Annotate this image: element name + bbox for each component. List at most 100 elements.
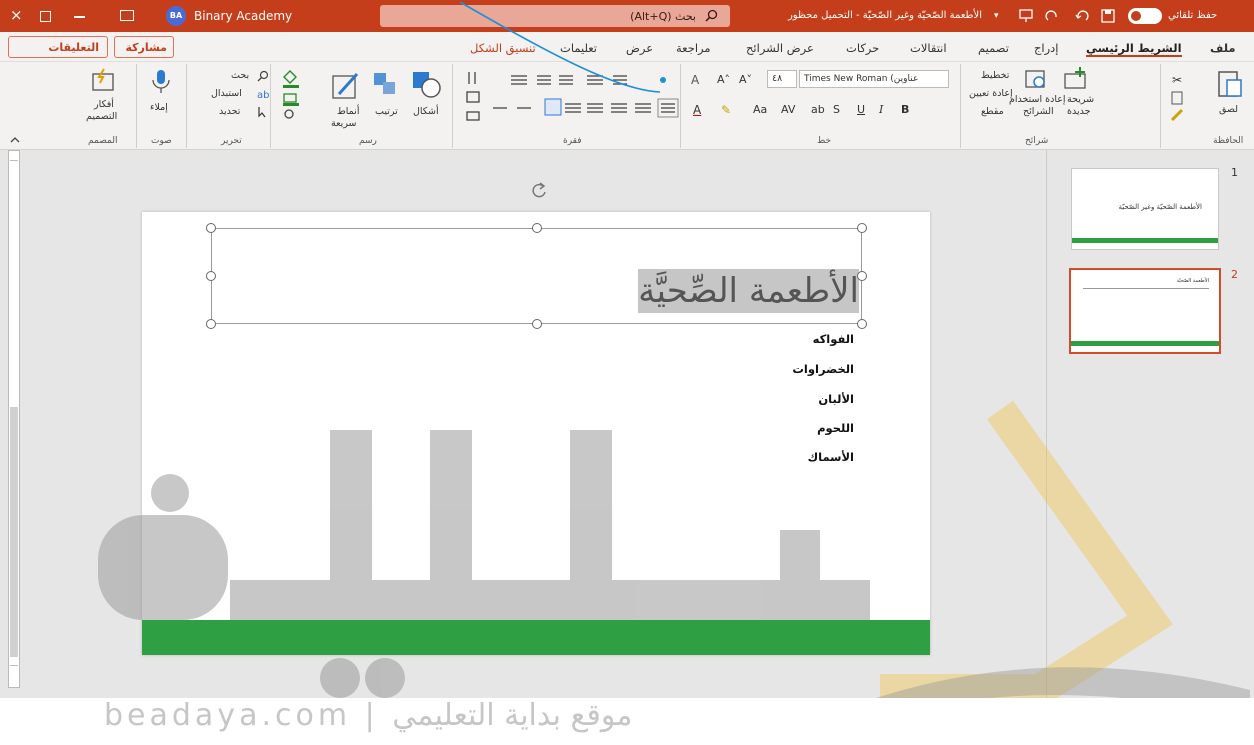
group-clipboard: ✂ لصق الحافظة: [1160, 64, 1254, 148]
ribbon-display-icon[interactable]: [120, 10, 134, 21]
tab-file[interactable]: ملف: [1210, 39, 1236, 57]
select-label[interactable]: تحديد: [219, 106, 240, 118]
slide-canvas[interactable]: الأطعمة الصِّحيَّة الفواكه الخضراوات الأ…: [142, 182, 930, 655]
font-name-field[interactable]: Times New Roman (عناوين: [799, 70, 949, 88]
char-spacing-icon[interactable]: AV: [781, 104, 795, 116]
scroll-up-icon[interactable]: [10, 151, 18, 161]
tab-slideshow[interactable]: عرض الشرائح: [746, 39, 814, 57]
designer-icon[interactable]: [90, 68, 116, 94]
new-slide-label-2: جديدة: [1067, 106, 1091, 117]
resize-handle[interactable]: [532, 223, 542, 233]
font-grow-icon[interactable]: A˄: [717, 74, 730, 86]
replace-label[interactable]: استبدال: [211, 88, 242, 100]
microphone-icon[interactable]: [150, 68, 172, 96]
resize-handle[interactable]: [206, 223, 216, 233]
svg-text:ab: ab: [257, 90, 269, 100]
font-size-field[interactable]: ٤٨: [767, 70, 797, 88]
group-designer: أفكار التصميم المصمم: [72, 64, 136, 148]
save-icon[interactable]: [1100, 8, 1116, 26]
search-box[interactable]: بحث (Alt+Q): [380, 5, 730, 27]
strike-icon[interactable]: S: [833, 104, 840, 116]
resize-handle[interactable]: [857, 223, 867, 233]
title-bar: × BA Binary Academy بحث (Alt+Q) الأطعمة …: [0, 0, 1254, 32]
scroll-down-icon[interactable]: [10, 665, 18, 675]
section-button[interactable]: مقطع: [981, 106, 1004, 118]
replace-icon[interactable]: ab: [257, 88, 269, 100]
bullet-item[interactable]: الأسماك: [808, 450, 854, 464]
restore-icon[interactable]: [40, 11, 51, 22]
change-case-icon[interactable]: Aa: [753, 104, 767, 116]
avatar[interactable]: BA: [166, 6, 186, 26]
group-label-paragraph: فقرة: [563, 136, 582, 146]
designer-label-1: أفكار: [94, 99, 114, 110]
text-shadow-icon[interactable]: ab: [811, 104, 825, 116]
slide-thumbnail-2[interactable]: الأطعمة الصّحيّة: [1069, 268, 1221, 354]
resize-handle[interactable]: [206, 271, 216, 281]
qat-more-icon[interactable]: ▾: [994, 7, 999, 25]
select-icon[interactable]: [257, 106, 269, 118]
group-label-designer: المصمم: [88, 136, 118, 146]
highlight-icon[interactable]: ✎: [721, 104, 731, 116]
arrange-icon[interactable]: [371, 70, 399, 100]
font-color-icon[interactable]: A: [693, 104, 701, 116]
thumbnail-number: 2: [1231, 268, 1238, 281]
shapes-icon[interactable]: [411, 68, 443, 100]
tab-shape-format[interactable]: تنسيق الشكل: [470, 39, 536, 57]
svg-text:A: A: [691, 73, 700, 86]
undo-icon[interactable]: [1074, 8, 1090, 26]
tab-design[interactable]: تصميم: [978, 39, 1009, 57]
quick-styles-label-1: أنماط: [337, 106, 360, 117]
tab-view[interactable]: عرض: [626, 39, 653, 57]
comments-button[interactable]: التعليقات: [8, 36, 108, 58]
quick-styles-icon[interactable]: [331, 70, 363, 100]
present-icon[interactable]: [1018, 8, 1034, 26]
slide-title[interactable]: الأطعمة الصِّحيَّة: [638, 269, 859, 313]
redo-icon[interactable]: [1044, 8, 1060, 26]
thumbnail-band: [1071, 341, 1219, 346]
ribbon: أفكار التصميم المصمم إملاء صوت بحث ab اس…: [0, 62, 1254, 150]
bold-icon[interactable]: B: [901, 104, 909, 116]
slide-footer-band: [142, 620, 930, 655]
layout-button[interactable]: تخطيط: [981, 70, 1009, 82]
reset-button[interactable]: إعادة تعيين: [969, 88, 1013, 100]
resize-handle[interactable]: [857, 319, 867, 329]
tab-home[interactable]: الشريط الرئيسي: [1086, 39, 1182, 57]
autosave-toggle[interactable]: [1128, 8, 1162, 24]
bullet-item[interactable]: اللحوم: [817, 421, 854, 435]
find-icon[interactable]: [257, 70, 269, 82]
italic-icon[interactable]: I: [879, 104, 883, 116]
tab-review[interactable]: مراجعة: [676, 39, 711, 57]
minimize-icon[interactable]: [74, 16, 85, 18]
reuse-slides-icon[interactable]: [1023, 66, 1049, 92]
resize-handle[interactable]: [857, 271, 867, 281]
thumbnail-band: [1072, 238, 1218, 243]
bullet-item[interactable]: الخضراوات: [792, 362, 854, 376]
new-slide-icon[interactable]: [1061, 66, 1089, 92]
ribbon-tabs: التعليقات مشاركة تنسيق الشكل تعليمات عرض…: [0, 32, 1254, 62]
scroll-thumb[interactable]: [10, 407, 18, 657]
underline-icon[interactable]: U: [857, 104, 865, 116]
paragraph-icons[interactable]: [463, 68, 681, 130]
designer-label-2: التصميم: [86, 111, 118, 122]
tab-insert[interactable]: إدراج: [1034, 39, 1059, 57]
bullet-item[interactable]: الفواكه: [813, 332, 854, 346]
shape-fill-icon[interactable]: [279, 68, 303, 120]
clear-formatting-icon[interactable]: A: [691, 72, 705, 86]
resize-handle[interactable]: [532, 319, 542, 329]
title-placeholder[interactable]: الأطعمة الصِّحيَّة: [211, 228, 862, 324]
rotate-handle-icon[interactable]: [528, 180, 550, 202]
bullet-item[interactable]: الألبان: [818, 392, 854, 406]
paste-icon[interactable]: [1213, 66, 1247, 100]
tab-transitions[interactable]: انتقالات: [910, 39, 947, 57]
close-icon[interactable]: ×: [10, 6, 23, 24]
tab-help[interactable]: تعليمات: [560, 39, 597, 57]
resize-handle[interactable]: [206, 319, 216, 329]
slide-thumbnail-1[interactable]: الأطعمة الصّحيّة وغير الصّحيّة: [1071, 168, 1219, 250]
vertical-scrollbar[interactable]: [8, 150, 20, 688]
font-shrink-icon[interactable]: A˅: [739, 74, 752, 86]
share-button[interactable]: مشاركة: [114, 36, 174, 58]
find-label[interactable]: بحث: [231, 70, 249, 82]
clipboard-small-icons[interactable]: ✂: [1169, 72, 1187, 124]
tab-animations[interactable]: حركات: [846, 39, 879, 57]
collapse-ribbon-icon[interactable]: [10, 136, 20, 144]
